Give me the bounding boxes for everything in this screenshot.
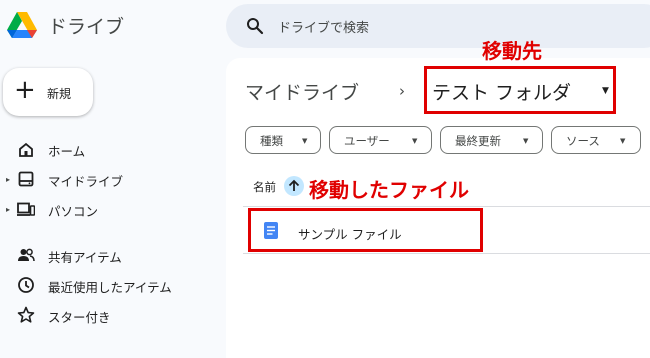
- sidebar-item-label: スター付き: [48, 310, 111, 325]
- destination-highlight-box: [424, 66, 616, 114]
- breadcrumb-root[interactable]: マイドライブ: [245, 78, 359, 105]
- clock-icon: [18, 277, 34, 293]
- sidebar-item-label: 共有アイテム: [48, 250, 122, 265]
- search-icon[interactable]: [246, 17, 264, 35]
- sidebar-item-label: ホーム: [48, 144, 86, 159]
- list-divider: [243, 253, 650, 254]
- google-drive-logo-icon[interactable]: [6, 11, 38, 39]
- expand-caret-icon[interactable]: ▸: [6, 175, 10, 184]
- filter-chip-label: ソース: [566, 134, 600, 148]
- expand-caret-icon[interactable]: ▸: [6, 205, 10, 214]
- plus-icon: +: [14, 75, 36, 105]
- chevron-down-icon: ▼: [412, 137, 418, 145]
- breadcrumb-separator: ›: [399, 82, 405, 100]
- new-button-label: 新規: [47, 87, 72, 101]
- chevron-down-icon: ▼: [302, 137, 308, 145]
- app-title: ドライブ: [48, 16, 125, 38]
- search-input[interactable]: ドライブで検索: [278, 17, 369, 36]
- computer-icon: [17, 202, 35, 216]
- chevron-down-icon: ▼: [620, 137, 626, 145]
- filter-chip-type[interactable]: [245, 126, 321, 154]
- filter-chip-label: ユーザー: [344, 134, 390, 148]
- moved-file-highlight-box: [248, 208, 483, 252]
- destination-annotation-label: 移動先: [482, 39, 542, 63]
- star-icon: [17, 306, 35, 323]
- arrow-up-icon: [288, 179, 300, 191]
- sidebar-item-label: マイドライブ: [48, 174, 124, 189]
- sidebar-item-label: 最近使用したアイテム: [48, 280, 172, 295]
- filter-chip-label: 種類: [260, 134, 283, 148]
- home-icon: [19, 142, 33, 157]
- moved-file-annotation-label: 移動したファイル: [309, 178, 469, 202]
- chevron-down-icon: ▼: [523, 137, 529, 145]
- sort-by-name-label[interactable]: 名前: [253, 179, 276, 195]
- sidebar-item-label: パソコン: [48, 204, 99, 219]
- shared-icon: [18, 248, 35, 262]
- drive-icon: [18, 171, 34, 187]
- filter-chip-label: 最終更新: [455, 134, 501, 148]
